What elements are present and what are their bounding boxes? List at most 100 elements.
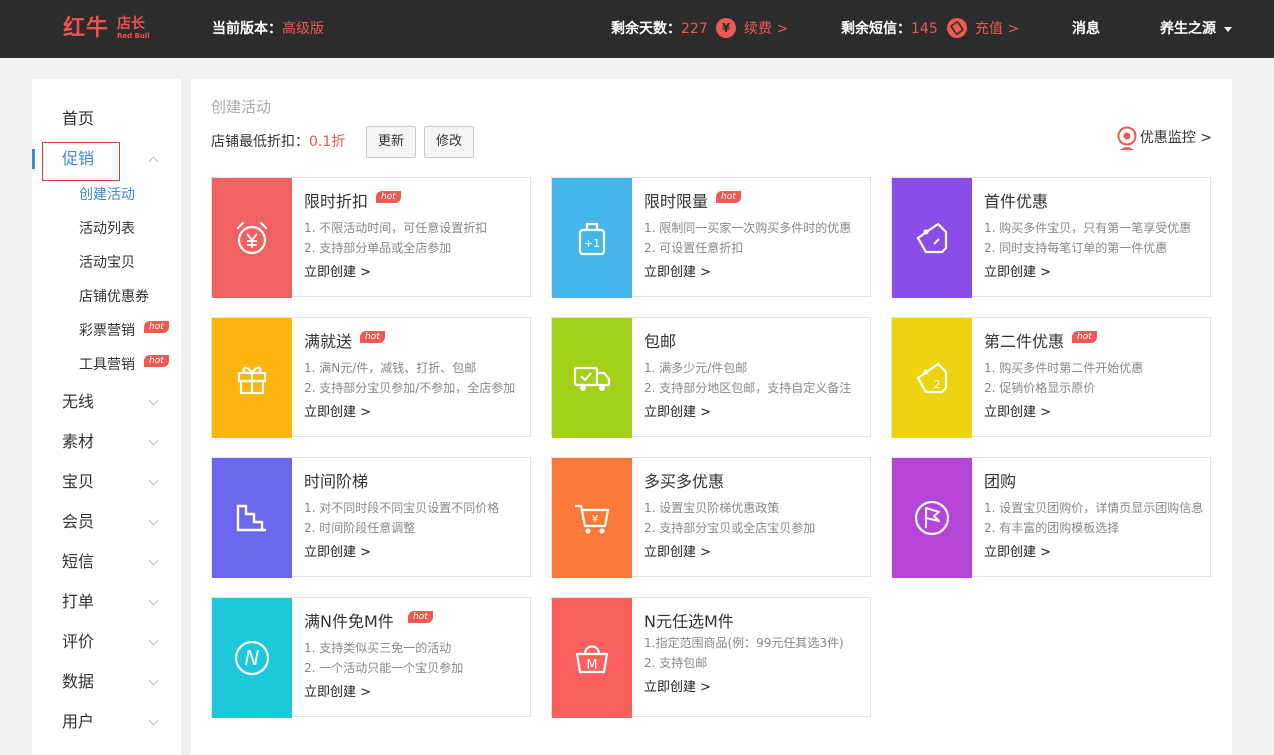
create-now-link[interactable]: 立即创建 > (304, 684, 371, 702)
gift-icon (212, 318, 292, 438)
logo[interactable]: 红牛 店长 Red Bull (63, 14, 163, 44)
sidebar-item-members[interactable]: 会员 (62, 510, 94, 534)
version-value: 高级版 (282, 21, 324, 37)
update-button[interactable]: 更新 (366, 126, 416, 158)
card-description: 2. 支持部分宝贝参加/不参加，全店参加 (304, 381, 516, 395)
chevron-down-icon[interactable] (148, 395, 159, 406)
sidebar-subitem-tool-marketing[interactable]: 工具营销 (79, 355, 135, 375)
sidebar-item-home[interactable]: 首页 (62, 107, 94, 131)
sidebar-item-printing[interactable]: 打单 (62, 590, 94, 614)
chevron-down-icon[interactable] (148, 515, 159, 526)
days-value: 227 (681, 21, 708, 37)
shopping-cart-yen-icon: ¥ (552, 458, 632, 578)
logo-text: 红牛 (63, 16, 110, 41)
n-circle-icon: N (212, 598, 292, 718)
card-title: 团购 (984, 472, 1017, 491)
chevron-down-icon[interactable] (148, 595, 159, 606)
active-indicator (32, 149, 35, 169)
chevron-up-icon[interactable] (148, 156, 159, 167)
create-now-link[interactable]: 立即创建 > (644, 544, 711, 562)
basket-m-icon: M (552, 598, 632, 718)
main-content: 创建活动 店铺最低折扣：0.1折 更新 修改 优惠监控 > 限时折扣 hot 1. … (191, 79, 1232, 755)
messages-link[interactable]: 消息 (1072, 19, 1100, 39)
version-label: 当前版本： (212, 21, 282, 37)
sidebar-subitem-create-activity[interactable]: 创建活动 (79, 185, 135, 205)
chevron-down-icon[interactable] (1224, 27, 1232, 32)
activity-card[interactable]: 包邮 1. 满多少元/件包邮 2. 支持部分地区包邮，支持自定义备注 立即创建 > (551, 317, 871, 438)
create-now-link[interactable]: 立即创建 > (304, 404, 371, 422)
yen-icon: ¥ (716, 18, 736, 38)
create-now-link[interactable]: 立即创建 > (304, 264, 371, 282)
sidebar-subitem-store-coupon[interactable]: 店铺优惠券 (79, 287, 149, 307)
webcam-icon (1117, 126, 1137, 150)
activity-card[interactable]: 时间阶梯 1. 对不同时段不同宝贝设置不同价格 2. 时间阶段任意调整 立即创建 > (211, 457, 531, 578)
version-info: 当前版本：高级版 (212, 19, 324, 39)
chevron-down-icon[interactable] (148, 435, 159, 446)
svg-text:¥: ¥ (592, 514, 598, 525)
card-description: 1. 满N元/件，减钱、打折、包邮 (304, 361, 477, 375)
activity-card[interactable]: N 满N件免M件 hot 1. 支持类似买三免一的活动 2. 一个活动只能一个宝贝参加立… (211, 597, 531, 718)
sidebar-item-users[interactable]: 用户 (62, 710, 94, 734)
activity-card[interactable]: +1 限时限量 hot 1. 限制同一买家一次购买多件时的优惠 2. 可设置任意折扣 立即… (551, 177, 871, 298)
card-description: 2. 促销价格显示原价 (984, 381, 1096, 395)
sidebar-subitem-lottery-marketing[interactable]: 彩票营销 (79, 321, 135, 341)
sidebar-subitem-activity-items[interactable]: 活动宝贝 (79, 253, 135, 273)
sidebar-subitem-activity-list[interactable]: 活动列表 (79, 219, 135, 239)
sidebar-item-materials[interactable]: 素材 (62, 430, 94, 454)
chevron-down-icon[interactable] (148, 555, 159, 566)
sidebar-item-reviews[interactable]: 评价 (62, 630, 94, 654)
price-tag-two-icon: 2 (892, 318, 972, 438)
card-description: 2. 同时支持每笔订单的第一件优惠 (984, 241, 1168, 255)
activity-card[interactable]: 团购 1. 设置宝贝团购价，详情页显示团购信息 2. 有丰富的团购模板选择 立即创建 … (891, 457, 1211, 578)
activity-card[interactable]: ¥ 多买多优惠 1. 设置宝贝阶梯优惠政策 2. 支持部分宝贝或全店宝贝参加 立即创建 … (551, 457, 871, 578)
recharge-icon (947, 18, 967, 38)
sidebar-item-sms[interactable]: 短信 (62, 550, 94, 574)
sidebar-item-promotion[interactable]: 促销 (62, 147, 94, 171)
sidebar-item-wireless[interactable]: 无线 (62, 390, 94, 414)
sms-value: 145 (911, 21, 938, 37)
activity-card[interactable]: 2 第二件优惠 hot 1. 购买多件时第二件开始优惠 2. 促销价格显示原价 立即创建 … (891, 317, 1211, 438)
create-now-link[interactable]: 立即创建 > (644, 404, 711, 422)
activity-card[interactable]: 首件优惠 1. 购买多件宝贝，只有第一笔享受优惠 2. 同时支持每笔订单的第一件优惠… (891, 177, 1211, 298)
sidebar: 首页 促销 创建活动 活动列表 活动宝贝 店铺优惠券 彩票营销 hot 工具营销… (32, 79, 181, 755)
hot-badge: hot (408, 611, 433, 623)
create-now-link[interactable]: 立即创建 > (304, 544, 371, 562)
card-title: 限时折扣 (304, 192, 369, 211)
svg-text:2: 2 (934, 378, 941, 391)
card-description: 1.指定范围商品(例：99元任其选3件) (644, 636, 844, 650)
sidebar-item-data[interactable]: 数据 (62, 670, 94, 694)
card-description: 2. 一个活动只能一个宝贝参加 (304, 661, 464, 675)
chevron-down-icon[interactable] (148, 675, 159, 686)
create-now-link[interactable]: 立即创建 > (984, 544, 1051, 562)
user-menu[interactable]: 养生之源 (1160, 19, 1216, 39)
create-now-link[interactable]: 立即创建 > (984, 264, 1051, 282)
card-description: 2. 可设置任意折扣 (644, 241, 744, 255)
hot-badge: hot (716, 191, 741, 203)
logo-sub: 店长 (117, 16, 145, 32)
page-title: 创建活动 (211, 98, 272, 116)
shopping-bag-plus-one-icon: +1 (552, 178, 632, 298)
create-now-link[interactable]: 立即创建 > (984, 404, 1051, 422)
chevron-down-icon[interactable] (148, 715, 159, 726)
renew-link[interactable]: 续费 > (744, 19, 788, 39)
card-title: 限时限量 (644, 192, 709, 211)
recharge-link[interactable]: 充值 > (975, 19, 1019, 39)
chevron-down-icon[interactable] (148, 475, 159, 486)
stairs-icon (212, 458, 292, 578)
create-now-link[interactable]: 立即创建 > (644, 264, 711, 282)
days-info: 剩余天数：227 (611, 19, 708, 39)
activity-card[interactable]: 限时折扣 hot 1. 不限活动时间，可任意设置折扣 2. 支持部分单品或全店参加 立即… (211, 177, 531, 298)
flag-icon (892, 458, 972, 578)
sidebar-item-items[interactable]: 宝贝 (62, 470, 94, 494)
discount-label: 店铺最低折扣： (211, 134, 309, 150)
card-description: 1. 设置宝贝阶梯优惠政策 (644, 501, 780, 515)
discount-monitor-link[interactable]: 优惠监控 > (1140, 128, 1212, 148)
create-now-link[interactable]: 立即创建 > (644, 679, 711, 697)
activity-card[interactable]: M N元任选M件 1.指定范围商品(例：99元任其选3件) 2. 支持包邮 立即创建 > (551, 597, 871, 718)
modify-button[interactable]: 修改 (424, 126, 474, 158)
activity-card[interactable]: 满就送 hot 1. 满N元/件，减钱、打折、包邮 2. 支持部分宝贝参加/不参加，全… (211, 317, 531, 438)
card-description: 2. 支持包邮 (644, 656, 708, 670)
chevron-down-icon[interactable] (148, 635, 159, 646)
discount-info: 店铺最低折扣：0.1折 (211, 132, 345, 152)
price-tag-icon (892, 178, 972, 298)
